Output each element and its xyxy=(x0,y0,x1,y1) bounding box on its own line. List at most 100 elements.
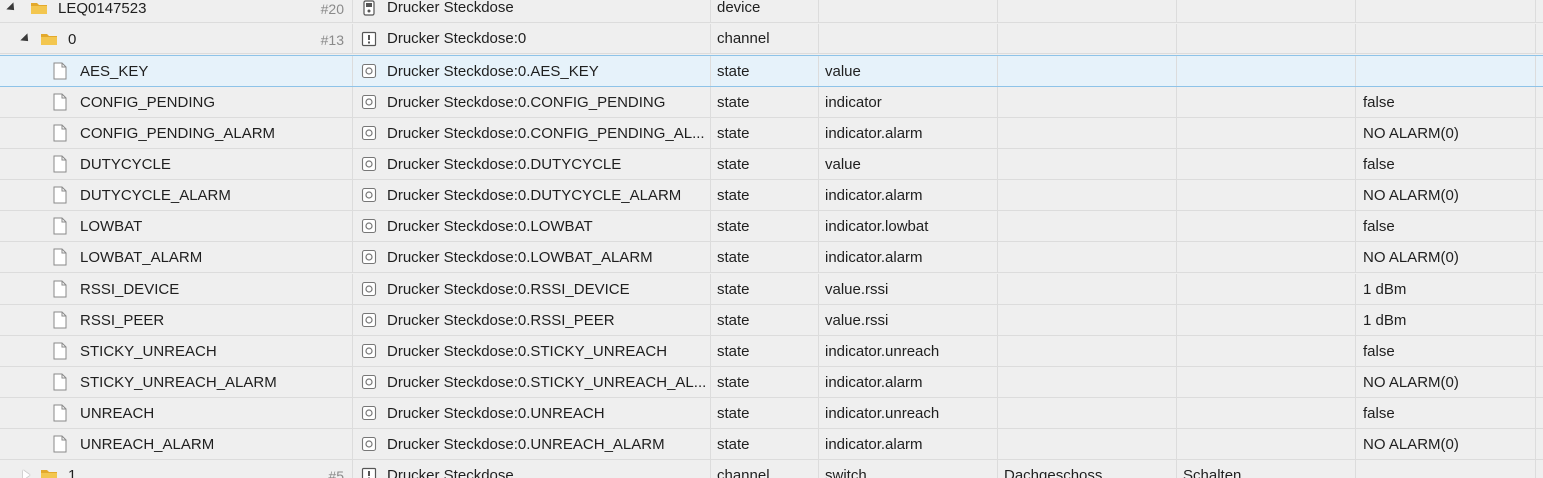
name-cell: 1 #5 xyxy=(0,460,352,478)
object-name: CONFIG_PENDING xyxy=(80,94,216,111)
scroll-column xyxy=(1535,274,1543,304)
id-cell: Drucker Steckdose:0.RSSI_DEVICE xyxy=(352,274,710,304)
child-count: #20 xyxy=(320,1,344,17)
name-cell: 0 #13 xyxy=(0,24,352,53)
id-cell: Drucker Steckdose:0.AES_KEY xyxy=(352,56,710,86)
folder-open-icon xyxy=(41,34,57,45)
file-icon xyxy=(53,373,67,391)
state-icon xyxy=(361,94,377,110)
object-name: DUTYCYCLE xyxy=(80,156,171,173)
object-id: Drucker Steckdose:0 xyxy=(387,30,527,47)
id-cell: Drucker Steckdose:0.CONFIG_PENDING_AL... xyxy=(352,118,710,148)
id-cell: Drucker Steckdose:0.STICKY_UNREACH_AL... xyxy=(352,367,710,397)
name-cell: AES_KEY xyxy=(0,56,352,86)
id-cell: Drucker Steckdose:0.CONFIG_PENDING xyxy=(352,87,710,117)
object-tree-table: LEQ0147523 #20 Drucker Steckdose device … xyxy=(0,0,1543,478)
tree-row-state[interactable]: AES_KEY Drucker Steckdose:0.AES_KEY state v… xyxy=(0,55,1543,87)
role-cell xyxy=(818,24,997,53)
object-id: Drucker Steckdose:0.UNREACH_ALARM xyxy=(387,435,665,453)
role-cell: switch xyxy=(818,460,997,478)
file-icon xyxy=(53,93,67,111)
name-cell: UNREACH_ALARM xyxy=(0,429,352,459)
role-cell: indicator.alarm xyxy=(818,367,997,397)
role-cell: indicator xyxy=(818,87,997,117)
id-cell: Drucker Steckdose:0 xyxy=(352,24,710,53)
type-cell: device xyxy=(710,0,818,22)
tree-row-state[interactable]: LOWBAT Drucker Steckdose:0.LOWBAT state ind… xyxy=(0,211,1543,242)
file-icon xyxy=(53,311,67,329)
collapse-arrow-icon[interactable] xyxy=(6,2,18,14)
type-cell: state xyxy=(710,305,818,335)
tree-row-state[interactable]: DUTYCYCLE_ALARM Drucker Steckdose:0.DUTYC… xyxy=(0,180,1543,211)
scroll-column xyxy=(1535,398,1543,428)
state-icon xyxy=(361,405,377,421)
tree-row-channel[interactable]: 0 #13 Drucker Steckdose:0 channel xyxy=(0,24,1543,54)
name-cell: LEQ0147523 #20 xyxy=(0,0,352,22)
value-cell xyxy=(1355,24,1535,53)
file-icon xyxy=(53,280,67,298)
tree-row-state[interactable]: CONFIG_PENDING_ALARM Drucker Steckdose:0.… xyxy=(0,118,1543,149)
role-cell: indicator.alarm xyxy=(818,429,997,459)
object-id: Drucker Steckdose:0.LOWBAT xyxy=(387,217,593,235)
file-icon xyxy=(53,124,67,142)
function-cell xyxy=(1176,242,1355,272)
type-cell: state xyxy=(710,118,818,148)
state-icon xyxy=(361,156,377,172)
object-name: RSSI_DEVICE xyxy=(80,281,180,298)
state-icon xyxy=(361,312,377,328)
tree-row-device[interactable]: LEQ0147523 #20 Drucker Steckdose device xyxy=(0,0,1543,23)
tree-row-state[interactable]: CONFIG_PENDING Drucker Steckdose:0.CONFIG… xyxy=(0,87,1543,118)
tree-row-state[interactable]: UNREACH Drucker Steckdose:0.UNREACH state i… xyxy=(0,398,1543,429)
scroll-column xyxy=(1535,149,1543,179)
type-cell: state xyxy=(710,336,818,366)
tree-row-state[interactable]: RSSI_PEER Drucker Steckdose:0.RSSI_PEER st… xyxy=(0,305,1543,336)
room-cell xyxy=(997,87,1176,117)
value-cell: NO ALARM(0) xyxy=(1355,242,1535,272)
function-cell xyxy=(1176,398,1355,428)
scroll-column xyxy=(1535,56,1543,86)
type-cell: state xyxy=(710,367,818,397)
type-cell: state xyxy=(710,274,818,304)
object-id: Drucker Steckdose:0.RSSI_PEER xyxy=(387,311,615,329)
object-id: Drucker Steckdose:0.DUTYCYCLE_ALARM xyxy=(387,186,682,204)
name-cell: RSSI_DEVICE xyxy=(0,274,352,304)
type-cell: state xyxy=(710,87,818,117)
value-cell: false xyxy=(1355,149,1535,179)
object-name: RSSI_PEER xyxy=(80,312,165,329)
tree-row-state[interactable]: STICKY_UNREACH Drucker Steckdose:0.STICKY… xyxy=(0,336,1543,367)
scroll-column xyxy=(1535,242,1543,272)
room-cell xyxy=(997,274,1176,304)
id-cell: Drucker Steckdose:0.DUTYCYCLE_ALARM xyxy=(352,180,710,210)
tree-row-state[interactable]: LOWBAT_ALARM Drucker Steckdose:0.LOWBAT_A… xyxy=(0,242,1543,273)
object-name: STICKY_UNREACH_ALARM xyxy=(80,374,277,391)
file-icon xyxy=(53,155,67,173)
id-cell: Drucker Steckdose xyxy=(352,0,710,22)
state-icon xyxy=(361,218,377,234)
tree-row-channel[interactable]: 1 #5 Drucker Steckdose channel switch Da… xyxy=(0,460,1543,478)
function-cell xyxy=(1176,56,1355,86)
tree-row-state[interactable]: UNREACH_ALARM Drucker Steckdose:0.UNREACH… xyxy=(0,429,1543,460)
id-cell: Drucker Steckdose:0.UNREACH xyxy=(352,398,710,428)
room-cell xyxy=(997,367,1176,397)
state-icon xyxy=(361,63,377,79)
expand-arrow-icon[interactable] xyxy=(20,469,32,478)
object-name: 0 xyxy=(68,31,77,48)
id-cell: Drucker Steckdose:0.UNREACH_ALARM xyxy=(352,429,710,459)
tree-row-state[interactable]: RSSI_DEVICE Drucker Steckdose:0.RSSI_DEVI… xyxy=(0,274,1543,305)
tree-row-state[interactable]: DUTYCYCLE Drucker Steckdose:0.DUTYCYCLE st… xyxy=(0,149,1543,180)
state-icon xyxy=(361,249,377,265)
name-cell: STICKY_UNREACH xyxy=(0,336,352,366)
scroll-column xyxy=(1535,87,1543,117)
value-cell xyxy=(1355,460,1535,478)
state-icon xyxy=(361,281,377,297)
name-cell: LOWBAT_ALARM xyxy=(0,242,352,272)
type-cell: state xyxy=(710,180,818,210)
room-cell xyxy=(997,56,1176,86)
name-cell: CONFIG_PENDING_ALARM xyxy=(0,118,352,148)
role-cell: value xyxy=(818,149,997,179)
type-cell: state xyxy=(710,56,818,86)
tree-row-state[interactable]: STICKY_UNREACH_ALARM Drucker Steckdose:0.… xyxy=(0,367,1543,398)
id-cell: Drucker Steckdose:0.RSSI_PEER xyxy=(352,305,710,335)
collapse-arrow-icon[interactable] xyxy=(20,33,32,45)
name-cell: LOWBAT xyxy=(0,211,352,241)
